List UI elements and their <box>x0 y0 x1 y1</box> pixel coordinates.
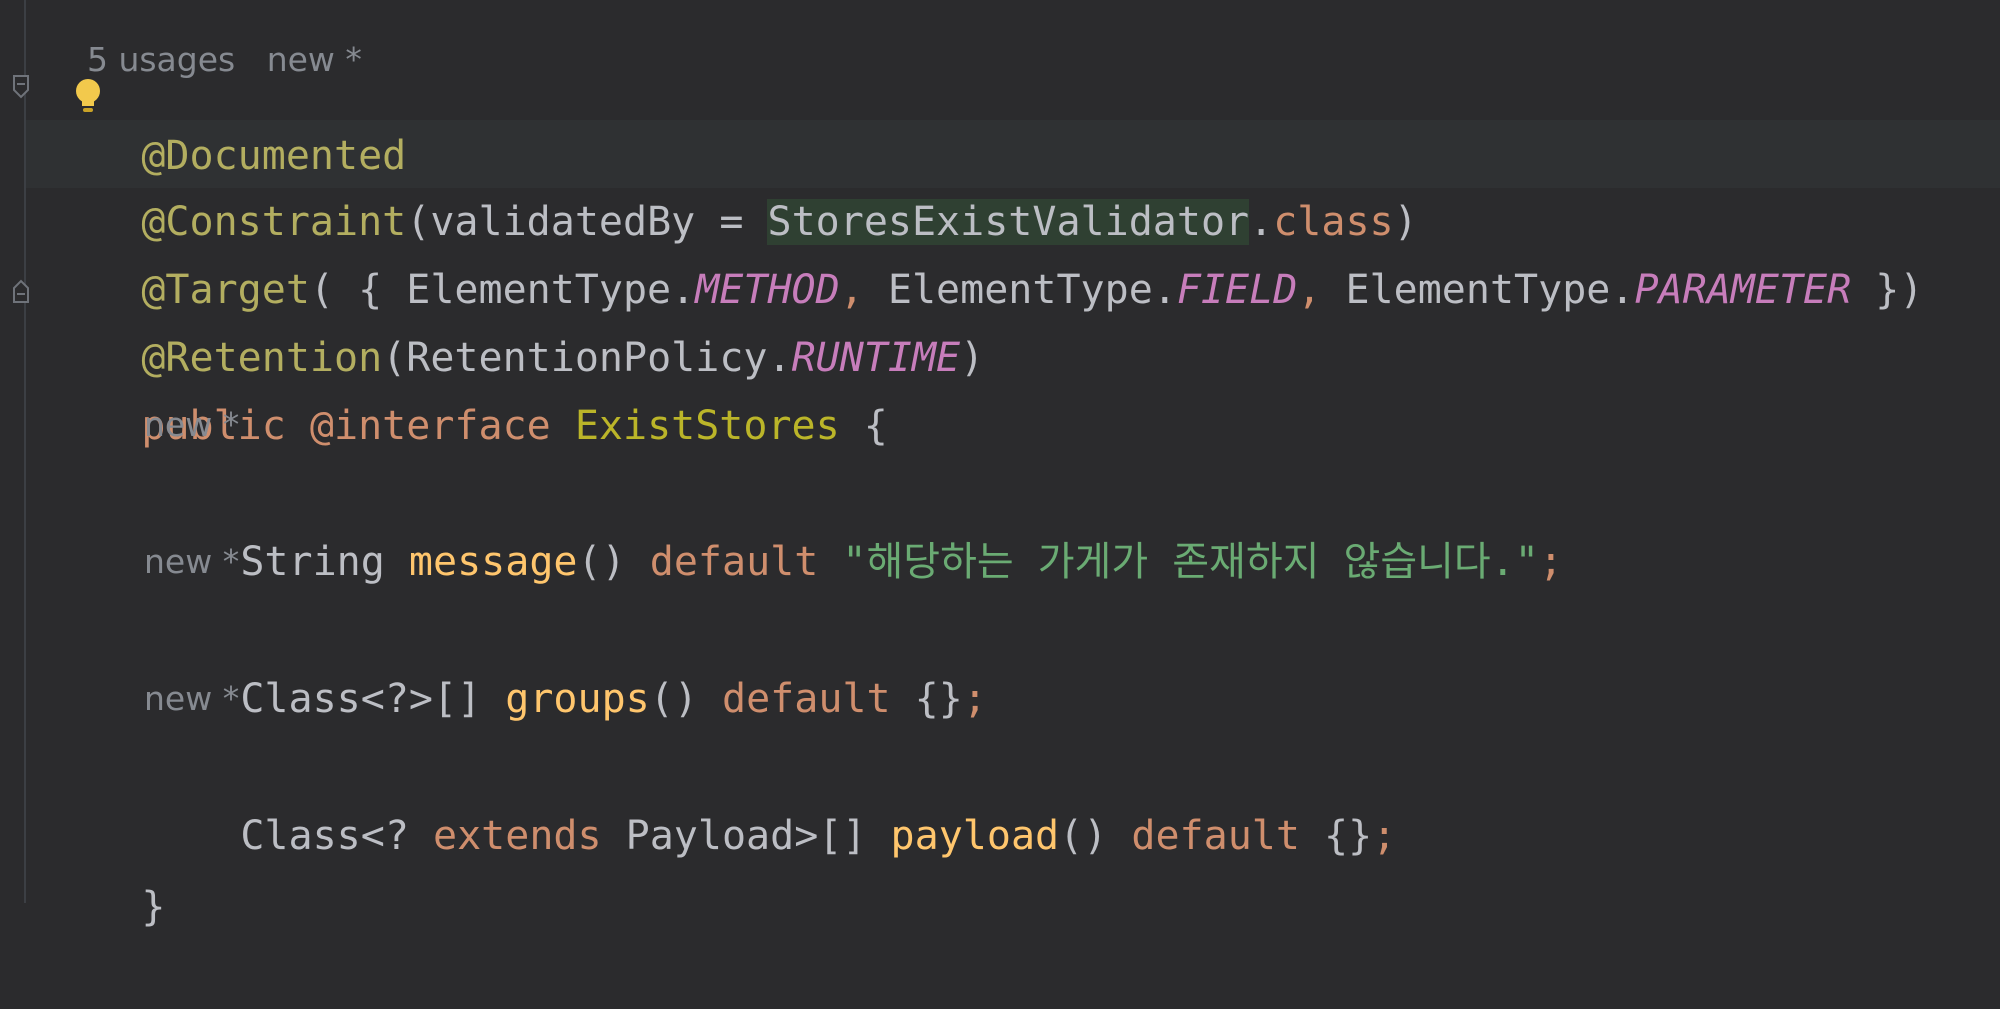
author-hint[interactable]: new * <box>144 405 239 445</box>
interface-name[interactable]: ExistStores <box>551 403 840 449</box>
author-hint[interactable]: new * <box>144 679 239 719</box>
code-line-9[interactable]: } <box>45 805 165 930</box>
element-type-ref: ElementType. <box>1345 267 1635 313</box>
method-payload[interactable]: payload <box>891 813 1060 859</box>
interface-keyword: @interface <box>285 403 551 449</box>
code-line-3[interactable]: @Target( { ElementType.METHOD, ElementTy… <box>45 188 1923 313</box>
brace-close: } <box>141 884 166 930</box>
fold-icon[interactable] <box>12 278 30 304</box>
type-class-array: Class<?>[] <box>240 676 506 722</box>
string-literal: "해당하는 가게가 존재하지 않습니다." <box>842 539 1539 585</box>
brace-close: }) <box>1851 267 1924 313</box>
code-line-8[interactable]: Class<? extends Payload>[] payload() def… <box>144 734 1396 859</box>
semicolon: ; <box>1538 539 1563 585</box>
type-payload-array: Payload>[] <box>601 813 891 859</box>
extends-keyword: extends <box>432 813 602 859</box>
default-keyword: default <box>721 676 915 722</box>
semicolon: ; <box>1372 813 1397 859</box>
code-line-6[interactable]: String message() default "해당하는 가게가 존재하지 … <box>144 460 1563 585</box>
code-line-4[interactable]: @Retention(RetentionPolicy.RUNTIME) <box>45 256 984 381</box>
constant-field: FIELD <box>1176 267 1298 313</box>
type-string: String <box>240 539 409 585</box>
semicolon: ; <box>962 676 987 722</box>
code-line-2[interactable]: @Constraint(validatedBy = StoresExistVal… <box>45 120 1418 245</box>
parens: () <box>577 539 650 585</box>
parens: () <box>1059 813 1132 859</box>
fold-icon[interactable] <box>12 74 30 100</box>
parens: () <box>649 676 722 722</box>
type-class-wildcard: Class<? <box>240 813 433 859</box>
lightbulb-icon[interactable] <box>72 76 104 116</box>
default-keyword: default <box>1131 813 1325 859</box>
paren-close: ) <box>960 335 985 381</box>
comma: , <box>1297 267 1346 313</box>
brace-open: { <box>839 403 888 449</box>
method-message[interactable]: message <box>409 539 578 585</box>
usages-hint[interactable]: 5 usages new * <box>45 0 362 79</box>
empty-braces: {} <box>914 676 963 722</box>
code-line-7[interactable]: Class<?>[] groups() default {}; <box>144 597 987 722</box>
code-editor[interactable]: 5 usages new * @Documented @Constraint(v… <box>0 0 2000 930</box>
empty-braces: {} <box>1324 813 1373 859</box>
author-hint[interactable]: new * <box>144 542 239 582</box>
code-line-5[interactable]: public @interface ExistStores { <box>45 324 888 449</box>
constant-parameter: PARAMETER <box>1634 267 1852 313</box>
default-keyword: default <box>649 539 843 585</box>
method-groups[interactable]: groups <box>505 676 650 722</box>
